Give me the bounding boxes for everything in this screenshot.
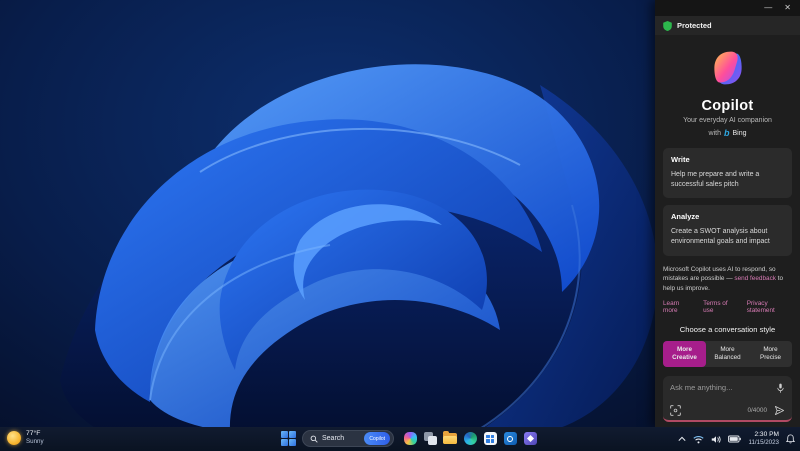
style-option-precise[interactable]: More Precise bbox=[749, 341, 792, 367]
copilot-app-icon bbox=[403, 432, 417, 445]
taskbar-app-store[interactable] bbox=[482, 431, 498, 447]
card-title: Write bbox=[671, 155, 690, 164]
teams-icon bbox=[523, 432, 537, 445]
panel-tagline: Your everyday AI companion bbox=[683, 117, 772, 124]
tray-time: 2:30 PM bbox=[754, 431, 779, 438]
ai-disclaimer: Microsoft Copilot uses AI to respond, so… bbox=[663, 265, 792, 294]
style-label: Creative bbox=[672, 354, 697, 362]
file-explorer-icon bbox=[443, 431, 457, 444]
more-options-button[interactable]: — bbox=[764, 4, 772, 12]
style-option-balanced[interactable]: More Balanced bbox=[706, 341, 749, 367]
wifi-icon[interactable] bbox=[693, 435, 705, 444]
wallpaper-bloom bbox=[60, 64, 658, 451]
taskbar-app-teams[interactable] bbox=[522, 431, 538, 447]
taskbar-center: Search Copilot bbox=[281, 430, 538, 447]
clock[interactable]: 2:30 PM 11/15/2023 bbox=[748, 431, 779, 447]
taskbar-app-task-view[interactable] bbox=[422, 431, 438, 447]
style-label: More bbox=[720, 346, 735, 354]
edge-icon bbox=[463, 432, 477, 445]
style-label: Precise bbox=[760, 354, 781, 362]
screen: — ✕ Protected Copilot Your everyday AI c… bbox=[0, 0, 800, 451]
bing-attribution: with b Bing bbox=[655, 128, 800, 138]
style-label: More bbox=[676, 346, 693, 354]
chat-input[interactable]: Ask me anything... bbox=[670, 383, 732, 392]
notification-bell-button[interactable] bbox=[786, 434, 795, 444]
outlook-icon bbox=[503, 432, 517, 445]
protected-badge: Protected bbox=[655, 16, 800, 35]
bing-icon: b bbox=[723, 128, 730, 138]
card-body: Create a SWOT analysis about environment… bbox=[671, 228, 770, 246]
copilot-logo-icon bbox=[713, 51, 742, 85]
send-button[interactable] bbox=[774, 405, 785, 416]
task-view-icon bbox=[423, 432, 437, 445]
char-counter: 0/4000 bbox=[747, 407, 767, 414]
panel-title: Copilot bbox=[701, 98, 754, 114]
copilot-hero: Copilot Your everyday AI companion with … bbox=[655, 35, 800, 138]
privacy-statement-link[interactable]: Privacy statement bbox=[747, 300, 792, 314]
battery-icon[interactable] bbox=[728, 435, 742, 443]
search-icon bbox=[310, 435, 318, 443]
style-label: More bbox=[763, 346, 778, 354]
tray-overflow-button[interactable] bbox=[678, 436, 687, 442]
taskbar-app-file-explorer[interactable] bbox=[442, 431, 458, 447]
screenshot-button[interactable] bbox=[670, 405, 681, 416]
style-label: Balanced bbox=[714, 354, 741, 362]
mic-button[interactable] bbox=[776, 383, 785, 394]
conversation-style-heading: Choose a conversation style bbox=[679, 325, 776, 335]
conversation-style-selector: More Creative More Balanced More Precise bbox=[663, 341, 792, 368]
shield-icon bbox=[663, 20, 672, 31]
system-tray: 2:30 PM 11/15/2023 bbox=[678, 429, 795, 449]
microsoft-store-icon bbox=[483, 432, 497, 445]
close-button[interactable]: ✕ bbox=[784, 4, 791, 12]
taskbar-apps bbox=[402, 431, 538, 447]
card-title: Analyze bbox=[671, 212, 700, 222]
chat-composer: Ask me anything... 0/4000 bbox=[663, 376, 792, 422]
weather-widget[interactable]: 77°F Sunny bbox=[7, 430, 44, 446]
weather-temp: 77°F bbox=[26, 430, 41, 437]
suggestion-card-write[interactable]: Write Help me prepare and write a succes… bbox=[663, 148, 792, 199]
terms-of-use-link[interactable]: Terms of use bbox=[703, 300, 736, 314]
weather-condition: Sunny bbox=[26, 438, 44, 446]
style-option-creative[interactable]: More Creative bbox=[663, 341, 706, 368]
send-feedback-link[interactable]: send feedback bbox=[734, 275, 776, 282]
taskbar-app-outlook[interactable] bbox=[502, 431, 518, 447]
with-label: with bbox=[708, 129, 721, 137]
windows-logo-icon bbox=[281, 439, 288, 446]
protected-label: Protected bbox=[677, 21, 712, 30]
search-label: Search bbox=[322, 435, 345, 442]
windows-logo-icon bbox=[289, 439, 296, 446]
copilot-panel: — ✕ Protected Copilot Your everyday AI c… bbox=[655, 0, 800, 427]
learn-more-link[interactable]: Learn more bbox=[663, 300, 692, 314]
taskbar-app-edge[interactable] bbox=[462, 431, 478, 447]
panel-titlebar: — ✕ bbox=[655, 0, 800, 16]
start-button[interactable] bbox=[281, 431, 296, 446]
legal-links: Learn more Terms of use Privacy statemen… bbox=[663, 300, 792, 314]
windows-logo-icon bbox=[281, 431, 288, 438]
search-box[interactable]: Search Copilot bbox=[302, 430, 394, 447]
taskbar-app-copilot[interactable] bbox=[402, 431, 418, 447]
tray-date: 11/15/2023 bbox=[748, 439, 779, 447]
volume-icon[interactable] bbox=[711, 435, 722, 444]
search-copilot-badge[interactable]: Copilot bbox=[364, 432, 390, 445]
sun-icon bbox=[7, 430, 21, 445]
copilot-badge-label: Copilot bbox=[369, 435, 385, 442]
bing-label: Bing bbox=[732, 129, 747, 137]
windows-logo-icon bbox=[289, 431, 296, 438]
card-body: Help me prepare and write a successful s… bbox=[671, 171, 760, 189]
suggestion-card-analyze[interactable]: Analyze Create a SWOT analysis about env… bbox=[663, 205, 792, 256]
taskbar: 77°F Sunny Search Copilot 2:30 PM 11/15/… bbox=[0, 427, 800, 451]
